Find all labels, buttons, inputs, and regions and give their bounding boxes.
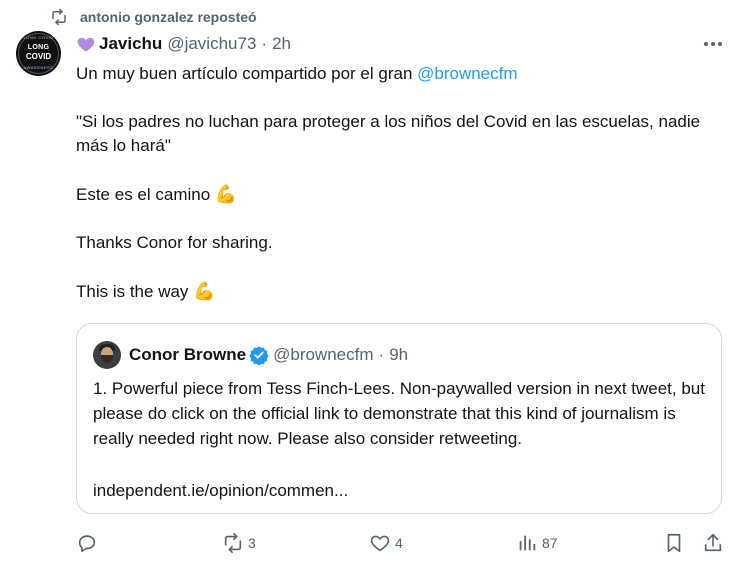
action-bar: 3 4 87 [76, 528, 726, 558]
tweet-time[interactable]: 2h [272, 34, 291, 54]
quoted-tweet-time[interactable]: 9h [389, 345, 408, 365]
views-chart-icon [519, 535, 536, 551]
quoted-tweet-text: 1. Powerful piece from Tess Finch-Lees. … [93, 379, 705, 448]
more-options-button[interactable] [702, 34, 724, 54]
quoted-tweet-link[interactable]: independent.ie/opinion/commen... [93, 478, 348, 503]
views-button[interactable]: 87 [516, 528, 558, 558]
repost-button[interactable]: 3 [222, 528, 256, 558]
share-icon [704, 533, 722, 552]
bookmark-icon [667, 533, 681, 553]
tweet-paragraph-3: Este es el camino 💪 [76, 182, 726, 207]
tweet-paragraph-4: Thanks Conor for sharing. [76, 233, 273, 252]
flexed-biceps-emoji-1: 💪 [214, 184, 238, 204]
avatar-beard [101, 355, 113, 363]
tweet-header: Javichu @javichu73 · 2h [76, 32, 291, 56]
tweet-paragraph-1-text: Un muy buen artículo compartido por el g… [76, 64, 418, 83]
quoted-tweet-header: Conor Browne @brownecfm · 9h [93, 340, 408, 370]
tweet-paragraph-1: Un muy buen artículo compartido por el g… [76, 62, 726, 86]
author-handle[interactable]: @javichu73 [167, 34, 256, 54]
repost-indicator[interactable]: antonio gonzalez reposteó [50, 6, 257, 28]
like-button[interactable]: 4 [369, 528, 403, 558]
bookmark-button[interactable] [663, 528, 685, 558]
tweet-text: Un muy buen artículo compartido por el g… [76, 62, 726, 328]
separator-dot: · [261, 34, 268, 53]
verified-badge-icon [249, 346, 269, 365]
reply-icon [78, 535, 96, 553]
quoted-author-name[interactable]: Conor Browne [129, 345, 246, 365]
reply-button[interactable] [76, 528, 98, 558]
repost-icon [224, 533, 242, 553]
quoted-tweet[interactable]: Conor Browne @brownecfm · 9h 1. Powerful… [76, 323, 722, 514]
author-avatar[interactable]: LONG COVID LONG COVID AWARENESS [16, 31, 61, 76]
quoted-author-avatar[interactable] [93, 341, 121, 369]
share-button[interactable] [702, 528, 724, 558]
avatar-arc-top-text: LONG COVID [23, 35, 54, 40]
author-name[interactable]: Javichu [99, 34, 162, 54]
avatar-arc-bottom-text: AWARENESS [23, 65, 54, 70]
avatar-line1: LONG [27, 44, 50, 51]
more-icon [704, 42, 722, 46]
repost-count: 3 [248, 535, 256, 551]
views-count: 87 [542, 535, 558, 551]
mention-link[interactable]: @brownecfm [417, 64, 517, 83]
repost-label[interactable]: antonio gonzalez reposteó [80, 9, 257, 25]
tweet-paragraph-5-text: This is the way [76, 282, 194, 301]
tweet-paragraph-2: "Si los padres no luchan para proteger a… [76, 112, 701, 155]
repost-icon [52, 8, 66, 26]
tweet-paragraph-5: This is the way 💪 [76, 279, 726, 304]
flexed-biceps-emoji-2: 💪 [193, 281, 216, 301]
tweet-paragraph-3-text: Este es el camino [76, 185, 215, 204]
like-count: 4 [395, 535, 403, 551]
avatar-line2: COVID [25, 52, 52, 61]
heart-outline-icon [370, 535, 390, 552]
heart-icon [77, 37, 95, 52]
quoted-author-handle[interactable]: @brownecfm [273, 345, 373, 365]
quoted-separator-dot: · [378, 345, 385, 364]
